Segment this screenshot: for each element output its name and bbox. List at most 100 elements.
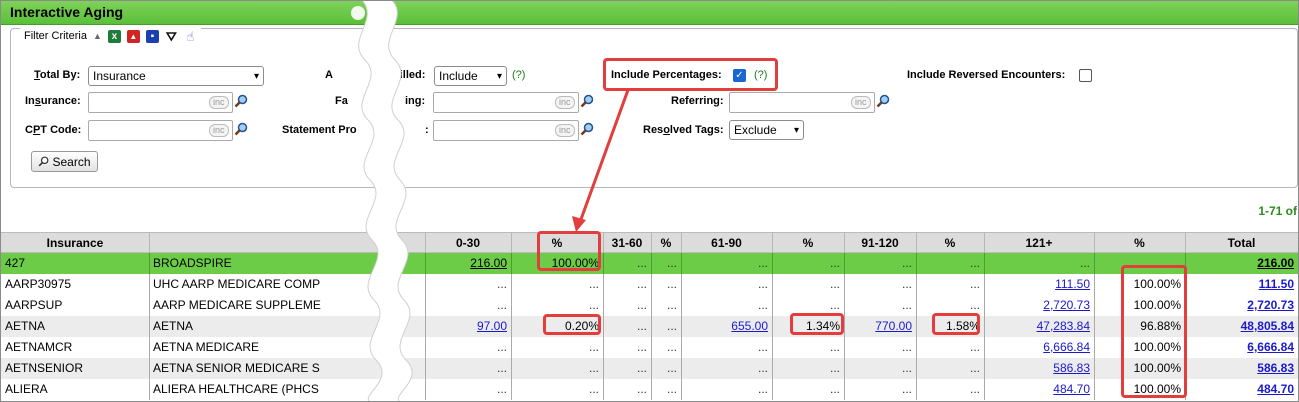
amount-link[interactable]: 655.00 (731, 319, 768, 333)
column-divider (425, 274, 426, 295)
cell-text: ... (757, 340, 768, 354)
grid-cell-total[interactable]: 48,805.84 (1185, 316, 1298, 337)
column-header[interactable] (149, 233, 425, 254)
cell-text: 100.00% (1133, 382, 1181, 396)
column-header[interactable]: 121+ (984, 233, 1094, 254)
referring-inc-badge[interactable]: inc (851, 96, 871, 109)
table-row[interactable]: AARPSUP AARP MEDICARE SUPPLEME...........… (1, 295, 1298, 316)
excel-export-icon[interactable]: x (107, 29, 121, 43)
column-divider (511, 358, 512, 379)
amount-link[interactable]: 216.00 (470, 256, 507, 270)
include-percentages-checkbox[interactable]: ✓ (733, 69, 746, 82)
grid-cell-c3160: ... (603, 316, 651, 337)
cpt-lookup-icon[interactable] (234, 122, 248, 136)
cell-text: ... (969, 277, 980, 291)
column-header[interactable]: 31-60 (603, 233, 651, 254)
statement-inc-badge[interactable]: inc (555, 124, 575, 137)
column-header[interactable]: 91-120 (844, 233, 916, 254)
table-row[interactable]: AETNSENIOR AETNA SENIOR MEDICARE S.......… (1, 358, 1298, 379)
fa-ing-lookup-icon[interactable] (580, 94, 594, 108)
column-divider (149, 358, 150, 379)
amount-link[interactable]: 6,666.84 (1247, 340, 1294, 354)
amount-link[interactable]: 216.00 (1257, 256, 1294, 270)
clear-filter-icon[interactable]: ⛛ (165, 30, 178, 43)
resolved-tags-select[interactable]: Exclude ▾ (729, 120, 804, 140)
column-divider (681, 274, 682, 295)
grid-cell-c121[interactable]: 2,720.73 (984, 295, 1094, 316)
column-header[interactable]: 0-30 (425, 233, 511, 254)
grid-cell-total[interactable]: 484.70 (1185, 379, 1298, 400)
amount-link[interactable]: 97.00 (477, 319, 507, 333)
column-header[interactable]: 61-90 (681, 233, 772, 254)
grid-cell-total[interactable]: 216.00 (1185, 253, 1298, 274)
grid-cell-c121[interactable]: 586.83 (984, 358, 1094, 379)
table-row[interactable]: AETNAMCR AETNA MEDICARE..................… (1, 337, 1298, 358)
grid-cell-c121[interactable]: 6,666.84 (984, 337, 1094, 358)
amount-link[interactable]: 770.00 (875, 319, 912, 333)
grid-cell-total[interactable]: 6,666.84 (1185, 337, 1298, 358)
include-reversed-checkbox[interactable] (1079, 69, 1092, 82)
total-by-value: Insurance (93, 69, 146, 83)
table-row[interactable]: 427 BROADSPIRE 216.00 100.00%..............… (1, 253, 1298, 274)
search-button[interactable]: Search (31, 151, 98, 172)
a-billed-help-link[interactable]: (?) (512, 69, 525, 81)
column-header[interactable]: Insurance (1, 233, 149, 254)
amount-link[interactable]: 2,720.73 (1043, 298, 1090, 312)
amount-link[interactable]: 47,283.84 (1037, 319, 1090, 333)
cell-text: ... (829, 256, 840, 270)
hand-pointer-icon[interactable]: ☝ (184, 30, 197, 43)
table-row[interactable]: ALIERA ALIERA HEALTHCARE (PHCS...........… (1, 379, 1298, 400)
grid-cell-total[interactable]: 111.50 (1185, 274, 1298, 295)
amount-link[interactable]: 586.83 (1053, 361, 1090, 375)
amount-link[interactable]: 586.83 (1257, 361, 1294, 375)
column-divider (1094, 253, 1095, 274)
include-percentages-help-link[interactable]: (?) (754, 69, 767, 81)
amount-link[interactable]: 111.50 (1055, 277, 1090, 291)
grid-cell-c121[interactable]: 484.70 (984, 379, 1094, 400)
amount-link[interactable]: 484.70 (1257, 382, 1294, 396)
amount-link[interactable]: 111.50 (1259, 277, 1294, 291)
a-billed-select[interactable]: Include ▾ (434, 66, 507, 86)
grid-cell-c121[interactable]: 47,283.84 (984, 316, 1094, 337)
amount-link[interactable]: 484.70 (1053, 382, 1090, 396)
collapse-triangle-icon[interactable]: ▲ (93, 31, 102, 41)
insurance-inc-badge[interactable]: inc (209, 96, 229, 109)
column-divider (772, 358, 773, 379)
column-divider (681, 379, 682, 400)
table-row[interactable]: AARP30975 UHC AARP MEDICARE COMP.........… (1, 274, 1298, 295)
column-divider (681, 253, 682, 274)
amount-link[interactable]: 2,720.73 (1247, 298, 1294, 312)
column-divider (149, 274, 150, 295)
table-row[interactable]: AETNA AETNA 97.00 0.20%...... 655.00 1.34% 770… (1, 316, 1298, 337)
amount-link[interactable]: 6,666.84 (1043, 340, 1090, 354)
grid-cell-p6190: ... (772, 274, 844, 295)
column-header[interactable]: Total (1185, 233, 1298, 254)
fa-ing-inc-badge[interactable]: inc (555, 96, 575, 109)
cell-text: AETNA MEDICARE (153, 340, 260, 354)
grid-cell-total[interactable]: 2,720.73 (1185, 295, 1298, 316)
column-divider (1094, 295, 1095, 316)
insurance-lookup-icon[interactable] (234, 94, 248, 108)
grid-cell-total[interactable]: 586.83 (1185, 358, 1298, 379)
grid-cell-c6190[interactable]: 655.00 (681, 316, 772, 337)
cpt-inc-badge[interactable]: inc (209, 124, 229, 137)
amount-link[interactable]: 48,805.84 (1241, 319, 1294, 333)
statement-lookup-icon[interactable] (580, 122, 594, 136)
column-header[interactable]: % (916, 233, 984, 254)
pdf-export-icon[interactable]: ▲ (126, 29, 140, 43)
grid-cell-c030[interactable]: 216.00 (425, 253, 511, 274)
column-header[interactable]: % (511, 233, 603, 254)
cell-text: ... (901, 361, 912, 375)
save-icon[interactable]: ▪ (145, 29, 159, 43)
column-divider (984, 253, 985, 274)
grid-cell-c030[interactable]: 97.00 (425, 316, 511, 337)
grid-cell-c91120[interactable]: 770.00 (844, 316, 916, 337)
grid-cell-c030: ... (425, 379, 511, 400)
column-header[interactable]: % (1094, 233, 1185, 254)
cell-text: UHC AARP MEDICARE COMP (153, 277, 321, 291)
grid-cell-c121[interactable]: 111.50 (984, 274, 1094, 295)
total-by-select[interactable]: Insurance ▾ (88, 66, 264, 86)
column-header[interactable]: % (651, 233, 681, 254)
column-header[interactable]: % (772, 233, 844, 254)
referring-lookup-icon[interactable] (876, 94, 890, 108)
